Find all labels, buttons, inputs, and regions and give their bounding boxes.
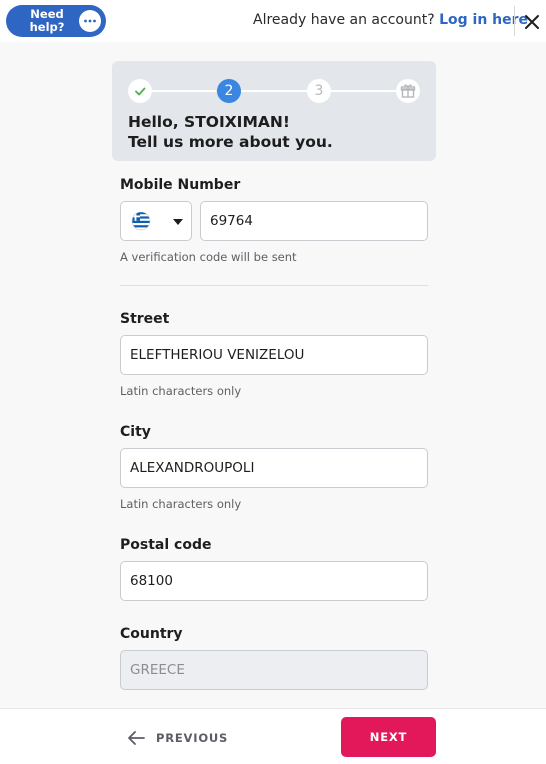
need-help-button[interactable]: Need help? xyxy=(6,5,106,37)
registration-stepper: 2 3 Hello, STOIXIMAN! Tell us more about… xyxy=(112,61,436,161)
step-connector xyxy=(152,90,216,92)
postal-code-label: Postal code xyxy=(120,537,212,553)
login-prompt: Already have an account? Log in here xyxy=(253,12,528,28)
section-divider xyxy=(120,285,428,286)
step-1-completed xyxy=(128,79,152,103)
step-connector xyxy=(331,90,397,92)
need-help-label: Need help? xyxy=(29,7,65,34)
mobile-hint: A verification code will be sent xyxy=(120,250,297,264)
arrow-left-icon xyxy=(128,731,145,745)
greeting-heading: Hello, STOIXIMAN! Tell us more about you… xyxy=(128,112,333,152)
top-bar: Need help? Already have an account? Log … xyxy=(0,0,546,42)
postal-code-input[interactable]: 68100 xyxy=(120,561,428,601)
city-input[interactable]: ALEXANDROUPOLI xyxy=(120,448,428,488)
previous-label: PREVIOUS xyxy=(156,731,229,745)
gift-icon xyxy=(400,84,416,98)
form-footer: PREVIOUS NEXT xyxy=(0,708,546,764)
street-label: Street xyxy=(120,311,170,327)
header-divider xyxy=(514,6,515,36)
street-hint: Latin characters only xyxy=(120,384,242,398)
street-input[interactable]: ELEFTHERIOU VENIZELOU xyxy=(120,335,428,375)
step-2-active: 2 xyxy=(217,79,241,103)
check-icon xyxy=(135,87,146,96)
country-code-dropdown[interactable] xyxy=(120,201,192,241)
step-4-reward xyxy=(396,79,420,103)
city-label: City xyxy=(120,424,151,440)
country-input: GREECE xyxy=(120,650,428,690)
step-3: 3 xyxy=(307,79,331,103)
city-hint: Latin characters only xyxy=(120,497,242,511)
close-icon[interactable] xyxy=(521,11,543,33)
greeting-line-2: Tell us more about you. xyxy=(128,133,333,151)
mobile-number-input[interactable]: 69764 xyxy=(200,201,428,241)
mobile-number-label: Mobile Number xyxy=(120,177,241,193)
greeting-line-1: Hello, STOIXIMAN! xyxy=(128,113,290,131)
country-label: Country xyxy=(120,626,183,642)
greece-flag-icon xyxy=(131,211,151,231)
chevron-down-icon xyxy=(173,219,183,225)
account-text: Already have an account? xyxy=(253,12,440,28)
step-connector xyxy=(241,90,307,92)
next-button[interactable]: NEXT xyxy=(341,717,436,757)
chat-bubble-icon xyxy=(79,10,101,32)
